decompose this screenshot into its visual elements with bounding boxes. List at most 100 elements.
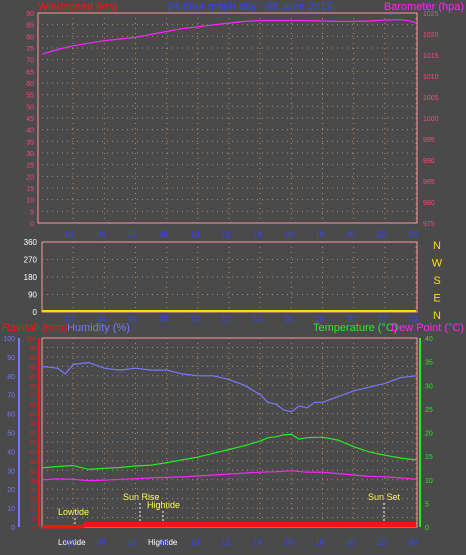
windspeed-tick-label: 60	[26, 81, 34, 88]
chart-title: 24 hour graph day : 08 June 2019	[167, 1, 332, 13]
windspeed-tick-label: 65	[26, 69, 34, 76]
windspeed-tick-label: 70	[26, 58, 34, 65]
sunset-marker-label: Sun Set	[368, 492, 401, 502]
rainfall-tick-label: 10	[29, 507, 36, 513]
rainfall-tick-label: 40	[29, 450, 36, 456]
humidity-line	[41, 361, 417, 413]
x-tick-label: 20	[346, 315, 355, 324]
rainfall-tick-label: 45	[29, 441, 36, 447]
rainfall-tick-label: 50	[29, 432, 36, 438]
humidity-tick-label: 100	[3, 336, 15, 343]
x-tick-label: 06	[128, 230, 137, 239]
rainfall-tick-label: 0	[33, 526, 37, 532]
x-tick-label: 08	[159, 538, 168, 547]
barometer-tick-label: 1005	[423, 95, 439, 102]
barometer-tick-label: 1020	[423, 32, 439, 39]
x-tick-label: 14	[253, 230, 262, 239]
rainfall-tick-label: 60	[29, 413, 36, 419]
windspeed-tick-label: 5	[30, 209, 34, 216]
humidity-tick-label: 40	[7, 449, 15, 456]
x-tick-label: 08	[159, 315, 168, 324]
temperature-tick-label: 40	[425, 336, 433, 343]
barometer-tick-label: 1015	[423, 53, 439, 60]
direction-tick-label: 90	[28, 291, 37, 300]
temperature-tick-label: 5	[425, 501, 429, 508]
dewpoint-axis-label: Dew Point (°C)	[391, 322, 464, 334]
humidity-tick-label: 30	[7, 468, 15, 475]
weather-graph: Windspeed (kts) 24 hour graph day : 08 J…	[2, 1, 464, 547]
x-tick-label: 22	[377, 315, 386, 324]
compass-letter: W	[432, 258, 443, 270]
rainfall-tick-label: 20	[29, 488, 36, 494]
humidity-tick-label: 90	[7, 355, 15, 362]
direction-tick-label: 360	[24, 238, 38, 247]
rainfall-tick-label: 80	[29, 375, 36, 381]
rainfall-tick-label: 25	[29, 479, 36, 485]
temperature-tick-label: 0	[425, 525, 429, 532]
rainfall-tick-label: 85	[29, 365, 36, 371]
rainfall-tick-label: 65	[29, 403, 36, 409]
x-tick-label: 02	[66, 230, 75, 239]
x-tick-label: 02	[66, 538, 75, 547]
barometer-tick-label: 1025	[423, 11, 439, 18]
rainfall-tick-label: 100	[26, 337, 37, 343]
x-tick-label: 12	[222, 315, 231, 324]
windspeed-tick-label: 0	[30, 221, 34, 228]
windspeed-tick-label: 90	[26, 11, 34, 18]
x-tick-label: 16	[284, 230, 293, 239]
x-tick-label: 00	[409, 230, 418, 239]
x-tick-label: 02	[66, 315, 75, 324]
barometer-tick-label: 995	[423, 137, 435, 144]
compass-letter: E	[433, 293, 440, 305]
rainfall-tick-label: 95	[29, 346, 36, 352]
x-tick-label: 14	[253, 538, 262, 547]
x-tick-label: 10	[190, 315, 199, 324]
temperature-line	[41, 433, 417, 471]
x-tick-label: 00	[409, 315, 418, 324]
x-tick-label: 00	[409, 538, 418, 547]
humidity-tick-label: 80	[7, 374, 15, 381]
rainfall-tick-label: 90	[29, 356, 36, 362]
x-tick-label: 18	[315, 538, 324, 547]
dewpoint-line	[41, 470, 417, 482]
rainfall-tick-label: 5	[33, 517, 37, 523]
temperature-tick-label: 35	[425, 360, 433, 367]
barometer-tick-label: 985	[423, 179, 435, 186]
x-tick-label: 10	[190, 538, 199, 547]
x-tick-label: 12	[222, 538, 231, 547]
windspeed-tick-label: 75	[26, 46, 34, 53]
temperature-tick-label: 10	[425, 478, 433, 485]
rainfall-tick-label: 15	[29, 498, 36, 504]
x-tick-label: 12	[222, 230, 231, 239]
windspeed-tick-label: 80	[26, 34, 34, 41]
windspeed-tick-label: 50	[26, 104, 34, 111]
compass-letter: S	[433, 275, 440, 287]
compass-letter: N	[433, 240, 441, 252]
humidity-tick-label: 50	[7, 431, 15, 438]
hightide-marker-label: Hightide	[147, 500, 180, 510]
windspeed-tick-label: 25	[26, 163, 34, 170]
x-tick-label: 18	[315, 315, 324, 324]
windspeed-tick-label: 40	[26, 128, 34, 135]
x-tick-label: 10	[190, 230, 199, 239]
temperature-tick-label: 25	[425, 407, 433, 414]
humidity-tick-label: 20	[7, 487, 15, 494]
windspeed-tick-label: 45	[26, 116, 34, 123]
x-tick-label: 06	[128, 315, 137, 324]
barometer-tick-label: 990	[423, 158, 435, 165]
barometer-tick-label: 1010	[423, 74, 439, 81]
rainfall-tick-label: 30	[29, 469, 36, 475]
windspeed-tick-label: 85	[26, 23, 34, 30]
temperature-tick-label: 15	[425, 454, 433, 461]
windspeed-tick-label: 20	[26, 174, 34, 181]
weather-graph-page: Windspeed (kts) 24 hour graph day : 08 J…	[0, 0, 466, 555]
x-tick-label: 16	[284, 538, 293, 547]
humidity-tick-label: 10	[7, 506, 15, 513]
x-tick-label: 04	[97, 538, 106, 547]
barometer-tick-label: 1000	[423, 116, 439, 123]
x-tick-label: 22	[377, 538, 386, 547]
x-tick-label: 04	[97, 230, 106, 239]
windspeed-tick-label: 10	[26, 198, 34, 205]
humidity-tick-label: 60	[7, 412, 15, 419]
x-tick-label: 16	[284, 315, 293, 324]
